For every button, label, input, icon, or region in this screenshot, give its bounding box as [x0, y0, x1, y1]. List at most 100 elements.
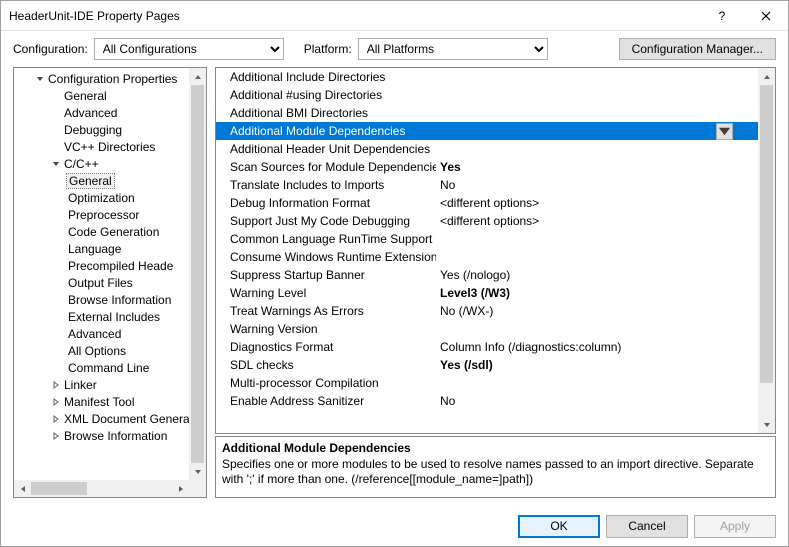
- help-button[interactable]: ?: [700, 1, 744, 31]
- tree-item[interactable]: Language: [14, 240, 206, 257]
- platform-select[interactable]: All Platforms: [358, 38, 548, 60]
- tree-item[interactable]: Browse Information: [14, 427, 206, 444]
- scroll-down-icon[interactable]: [189, 463, 206, 480]
- property-row[interactable]: Debug Information Format<different optio…: [216, 194, 758, 212]
- tree-item[interactable]: Preprocessor: [14, 206, 206, 223]
- expand-icon[interactable]: [50, 381, 62, 389]
- tree-hscroll-thumb[interactable]: [31, 482, 87, 495]
- property-value[interactable]: Yes (/sdl): [436, 358, 758, 372]
- property-name: Additional #using Directories: [216, 88, 436, 102]
- configuration-manager-button[interactable]: Configuration Manager...: [619, 38, 776, 60]
- property-value[interactable]: No: [436, 394, 758, 408]
- property-row[interactable]: Additional Header Unit Dependencies: [216, 140, 758, 158]
- property-row[interactable]: Additional Module Dependencies: [216, 122, 758, 140]
- tree-item[interactable]: Output Files: [14, 274, 206, 291]
- property-value[interactable]: <different options>: [436, 196, 758, 210]
- tree-item-label: Advanced: [66, 327, 123, 341]
- tree-item[interactable]: External Includes: [14, 308, 206, 325]
- tree-item[interactable]: Code Generation: [14, 223, 206, 240]
- tree-item[interactable]: General: [14, 87, 206, 104]
- platform-label: Platform:: [304, 42, 352, 56]
- collapse-icon[interactable]: [34, 75, 46, 83]
- property-row[interactable]: Scan Sources for Module DependenciesYes: [216, 158, 758, 176]
- scroll-down-icon[interactable]: [758, 416, 775, 433]
- scroll-up-icon[interactable]: [758, 68, 775, 85]
- property-name: Warning Level: [216, 286, 436, 300]
- tree-item[interactable]: Optimization: [14, 189, 206, 206]
- description-title: Additional Module Dependencies: [222, 441, 769, 455]
- property-value[interactable]: Yes: [436, 160, 758, 174]
- property-row[interactable]: Warning LevelLevel3 (/W3): [216, 284, 758, 302]
- property-row[interactable]: Treat Warnings As ErrorsNo (/WX-): [216, 302, 758, 320]
- property-name: Additional BMI Directories: [216, 106, 436, 120]
- tree-vscroll-thumb[interactable]: [191, 85, 204, 463]
- tree-item[interactable]: Advanced: [14, 325, 206, 342]
- property-row[interactable]: Diagnostics FormatColumn Info (/diagnost…: [216, 338, 758, 356]
- property-row[interactable]: SDL checksYes (/sdl): [216, 356, 758, 374]
- tree-item[interactable]: Configuration Properties: [14, 70, 206, 87]
- property-row[interactable]: Enable Address SanitizerNo: [216, 392, 758, 410]
- tree-item[interactable]: Linker: [14, 376, 206, 393]
- tree-item-label: Browse Information: [62, 429, 169, 443]
- expand-icon[interactable]: [50, 415, 62, 423]
- tree-item[interactable]: Precompiled Heade: [14, 257, 206, 274]
- property-row[interactable]: Support Just My Code Debugging<different…: [216, 212, 758, 230]
- property-row[interactable]: Additional #using Directories: [216, 86, 758, 104]
- grid-vscroll-thumb[interactable]: [760, 85, 773, 383]
- property-name: Treat Warnings As Errors: [216, 304, 436, 318]
- property-grid: Additional Include Directories Additional…: [215, 67, 776, 434]
- tree-item[interactable]: Command Line: [14, 359, 206, 376]
- description-panel: Additional Module Dependencies Specifies…: [215, 436, 776, 498]
- tree-item[interactable]: Browse Information: [14, 291, 206, 308]
- scroll-left-icon[interactable]: [14, 480, 31, 497]
- tree-item[interactable]: Advanced: [14, 104, 206, 121]
- tree-item[interactable]: Manifest Tool: [14, 393, 206, 410]
- tree-item[interactable]: VC++ Directories: [14, 138, 206, 155]
- property-value[interactable]: Yes (/nologo): [436, 268, 758, 282]
- scroll-up-icon[interactable]: [189, 68, 206, 85]
- property-row[interactable]: Consume Windows Runtime Extension: [216, 248, 758, 266]
- tree-item[interactable]: Debugging: [14, 121, 206, 138]
- cancel-button[interactable]: Cancel: [606, 515, 688, 538]
- chevron-right-icon: [52, 381, 60, 389]
- collapse-icon[interactable]: [50, 160, 62, 168]
- chevron-right-icon: [52, 398, 60, 406]
- property-row[interactable]: Suppress Startup BannerYes (/nologo): [216, 266, 758, 284]
- tree-vscroll[interactable]: [189, 68, 206, 480]
- nav-tree: Configuration PropertiesGeneralAdvancedD…: [13, 67, 207, 498]
- property-row[interactable]: Multi-processor Compilation: [216, 374, 758, 392]
- property-value[interactable]: <different options>: [436, 214, 758, 228]
- property-row[interactable]: Warning Version: [216, 320, 758, 338]
- right-column: Additional Include Directories Additional…: [215, 67, 776, 498]
- property-value[interactable]: Column Info (/diagnostics:column): [436, 340, 758, 354]
- property-name: Multi-processor Compilation: [216, 376, 436, 390]
- property-value[interactable]: No: [436, 178, 758, 192]
- property-row[interactable]: Translate Includes to ImportsNo: [216, 176, 758, 194]
- property-row[interactable]: Additional Include Directories: [216, 68, 758, 86]
- property-row[interactable]: Common Language RunTime Support: [216, 230, 758, 248]
- tree-item[interactable]: C/C++: [14, 155, 206, 172]
- ok-button[interactable]: OK: [518, 515, 600, 538]
- tree-item[interactable]: XML Document Genera: [14, 410, 206, 427]
- expand-icon[interactable]: [50, 432, 62, 440]
- tree-hscroll[interactable]: [14, 480, 189, 497]
- grid-vscroll[interactable]: [758, 68, 775, 433]
- property-row[interactable]: Additional BMI Directories: [216, 104, 758, 122]
- configuration-label: Configuration:: [13, 42, 88, 56]
- tree-item-label: Preprocessor: [66, 208, 141, 222]
- tree-item[interactable]: General: [14, 172, 206, 189]
- property-value[interactable]: No (/WX-): [436, 304, 758, 318]
- configuration-select[interactable]: All Configurations: [94, 38, 284, 60]
- tree-item-label: Linker: [62, 378, 99, 392]
- property-value[interactable]: Level3 (/W3): [436, 286, 758, 300]
- scroll-right-icon[interactable]: [172, 480, 189, 497]
- apply-button[interactable]: Apply: [694, 515, 776, 538]
- tree-item[interactable]: All Options: [14, 342, 206, 359]
- expand-icon[interactable]: [50, 398, 62, 406]
- property-dropdown-button[interactable]: [716, 123, 733, 140]
- property-name: Warning Version: [216, 322, 436, 336]
- close-button[interactable]: [744, 1, 788, 31]
- tree-item-label: External Includes: [66, 310, 162, 324]
- property-name: Additional Header Unit Dependencies: [216, 142, 436, 156]
- tree-item-label: VC++ Directories: [62, 140, 157, 154]
